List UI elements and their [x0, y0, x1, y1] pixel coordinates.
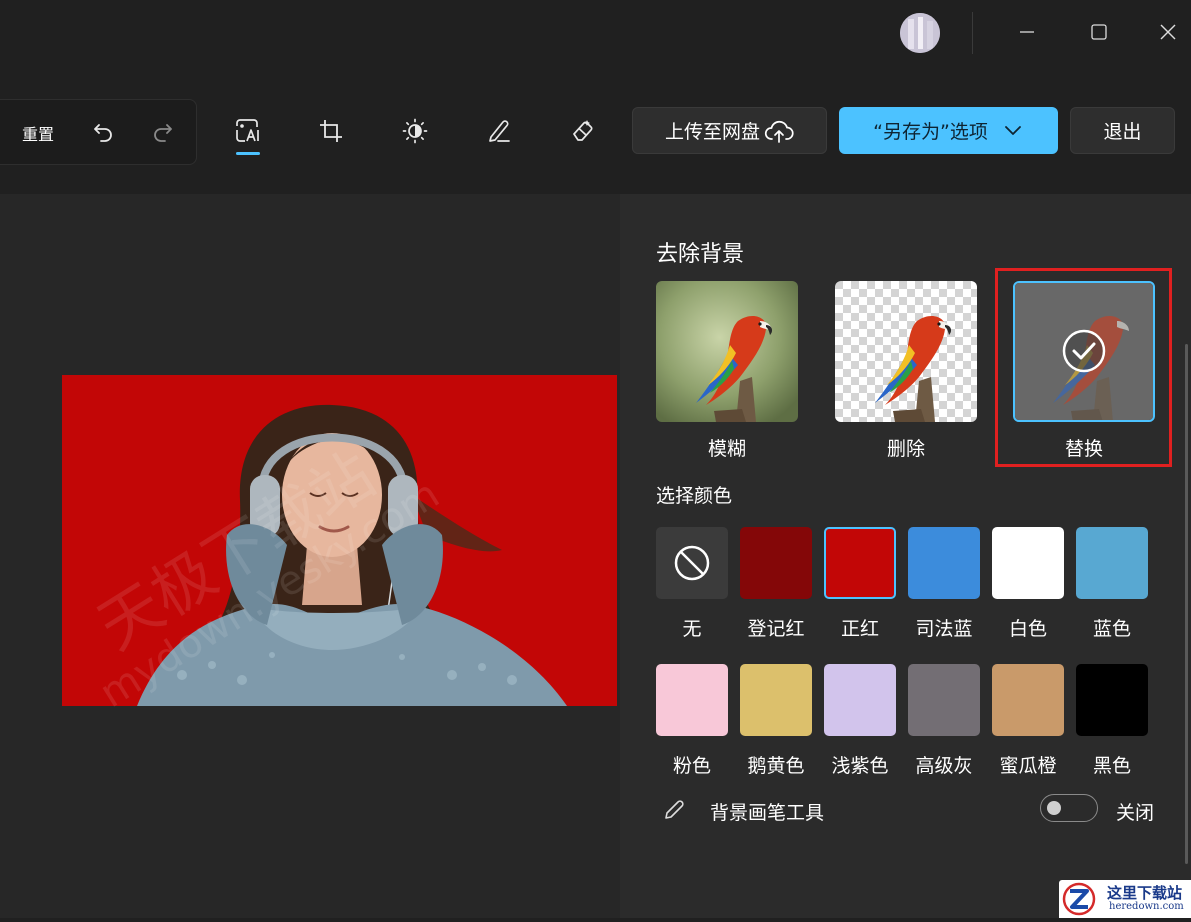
parrot-transparent-thumbnail	[835, 281, 977, 422]
panel-scrollbar[interactable]	[1185, 344, 1188, 864]
swatch-none[interactable]	[656, 527, 728, 599]
minimize-button[interactable]	[1007, 14, 1047, 50]
panel-title: 去除背景	[656, 242, 745, 267]
parrot-blur-thumbnail	[656, 281, 798, 422]
ai-background-tool-button[interactable]	[228, 111, 268, 151]
swatch-label: 浅紫色	[831, 755, 889, 777]
option-remove-label: 删除	[886, 438, 925, 460]
redo-icon	[154, 124, 172, 142]
redo-button[interactable]	[142, 112, 182, 152]
brush-tool-toggle[interactable]	[1040, 794, 1098, 822]
maximize-icon	[1091, 24, 1107, 40]
swatch-label: 黑色	[1092, 755, 1131, 777]
upload-to-cloud-button[interactable]: 上传至网盘	[632, 107, 827, 154]
swatch-black[interactable]	[1076, 664, 1148, 736]
toggle-state-label: 关闭	[1116, 802, 1155, 824]
pencil-icon	[665, 800, 684, 819]
image-ai-icon	[236, 119, 259, 142]
minimize-icon	[1020, 31, 1034, 33]
chevron-down-icon	[1004, 125, 1021, 135]
swatch-label: 白色	[1008, 618, 1047, 640]
background-panel: 去除背景 模糊 删除 替换 选择颜色 无 登记红 正红 司法蓝 白色 蓝色 粉色…	[620, 194, 1191, 918]
close-icon	[1160, 24, 1176, 40]
crop-icon	[320, 120, 342, 142]
save-as-options-button[interactable]: “另存为”选项	[839, 107, 1058, 154]
swatch-blue[interactable]	[1076, 527, 1148, 599]
swatch-pink[interactable]	[656, 664, 728, 736]
editor-toolbar: 重置 上传至网盘 “另存为”选项 退出	[0, 64, 1191, 194]
swatch-label: 鹅黄色	[747, 755, 805, 777]
swatch-register-red[interactable]	[740, 527, 812, 599]
site-logo: 这里下载站 heredown.com	[1059, 880, 1191, 918]
select-color-label: 选择颜色	[656, 485, 733, 507]
exit-label: 退出	[1103, 121, 1142, 143]
reset-button[interactable]: 重置	[22, 121, 54, 145]
upload-label: 上传至网盘	[664, 121, 760, 143]
active-tool-indicator	[236, 152, 260, 155]
undo-icon	[94, 124, 112, 142]
cloud-upload-icon	[764, 120, 794, 143]
swatch-label: 蓝色	[1092, 618, 1131, 640]
swatch-judicial-blue[interactable]	[908, 527, 980, 599]
swatch-label: 正红	[840, 618, 879, 640]
swatch-white[interactable]	[992, 527, 1064, 599]
option-blur[interactable]	[656, 281, 798, 422]
swatch-label: 高级灰	[915, 755, 973, 777]
undo-button[interactable]	[84, 112, 124, 152]
swatch-goose-yellow[interactable]	[740, 664, 812, 736]
exit-button[interactable]: 退出	[1070, 107, 1175, 154]
crop-tool-button[interactable]	[311, 111, 351, 151]
avatar-image	[900, 13, 940, 53]
erase-tool-button[interactable]	[563, 111, 603, 151]
markup-tool-button[interactable]	[479, 111, 519, 151]
swatch-label: 司法蓝	[915, 618, 973, 640]
option-remove[interactable]	[835, 281, 977, 422]
swatch-label: 登记红	[747, 618, 805, 640]
title-bar-divider	[972, 12, 973, 54]
history-group: 重置	[0, 99, 197, 165]
toggle-knob	[1047, 801, 1061, 815]
eraser-icon	[573, 120, 593, 141]
maximize-button[interactable]	[1079, 14, 1119, 50]
user-avatar[interactable]	[900, 13, 940, 53]
swatch-label: 无	[682, 618, 702, 640]
title-bar	[0, 0, 1191, 64]
save-as-label: “另存为”选项	[873, 121, 988, 143]
swatch-light-purple[interactable]	[824, 664, 896, 736]
adjust-tool-button[interactable]	[395, 111, 435, 151]
brush-tool-icon-wrap	[662, 798, 686, 826]
background-brush-tool-label: 背景画笔工具	[710, 802, 825, 824]
swatch-label: 蜜瓜橙	[999, 755, 1057, 777]
logo-url: heredown.com	[1109, 901, 1184, 912]
selection-highlight-box	[995, 268, 1172, 467]
image-canvas[interactable]: 天极下载站 mydown.yesky.com	[0, 194, 620, 918]
swatch-true-red[interactable]	[824, 527, 896, 599]
swatch-label: 粉色	[672, 755, 711, 777]
option-blur-label: 模糊	[707, 438, 746, 460]
no-color-icon	[674, 545, 710, 581]
swatch-premium-gray[interactable]	[908, 664, 980, 736]
pen-icon	[489, 120, 510, 142]
brightness-icon	[402, 118, 428, 144]
swatch-melon-orange[interactable]	[992, 664, 1064, 736]
close-button[interactable]	[1148, 14, 1188, 50]
logo-title: 这里下载站	[1107, 884, 1183, 902]
